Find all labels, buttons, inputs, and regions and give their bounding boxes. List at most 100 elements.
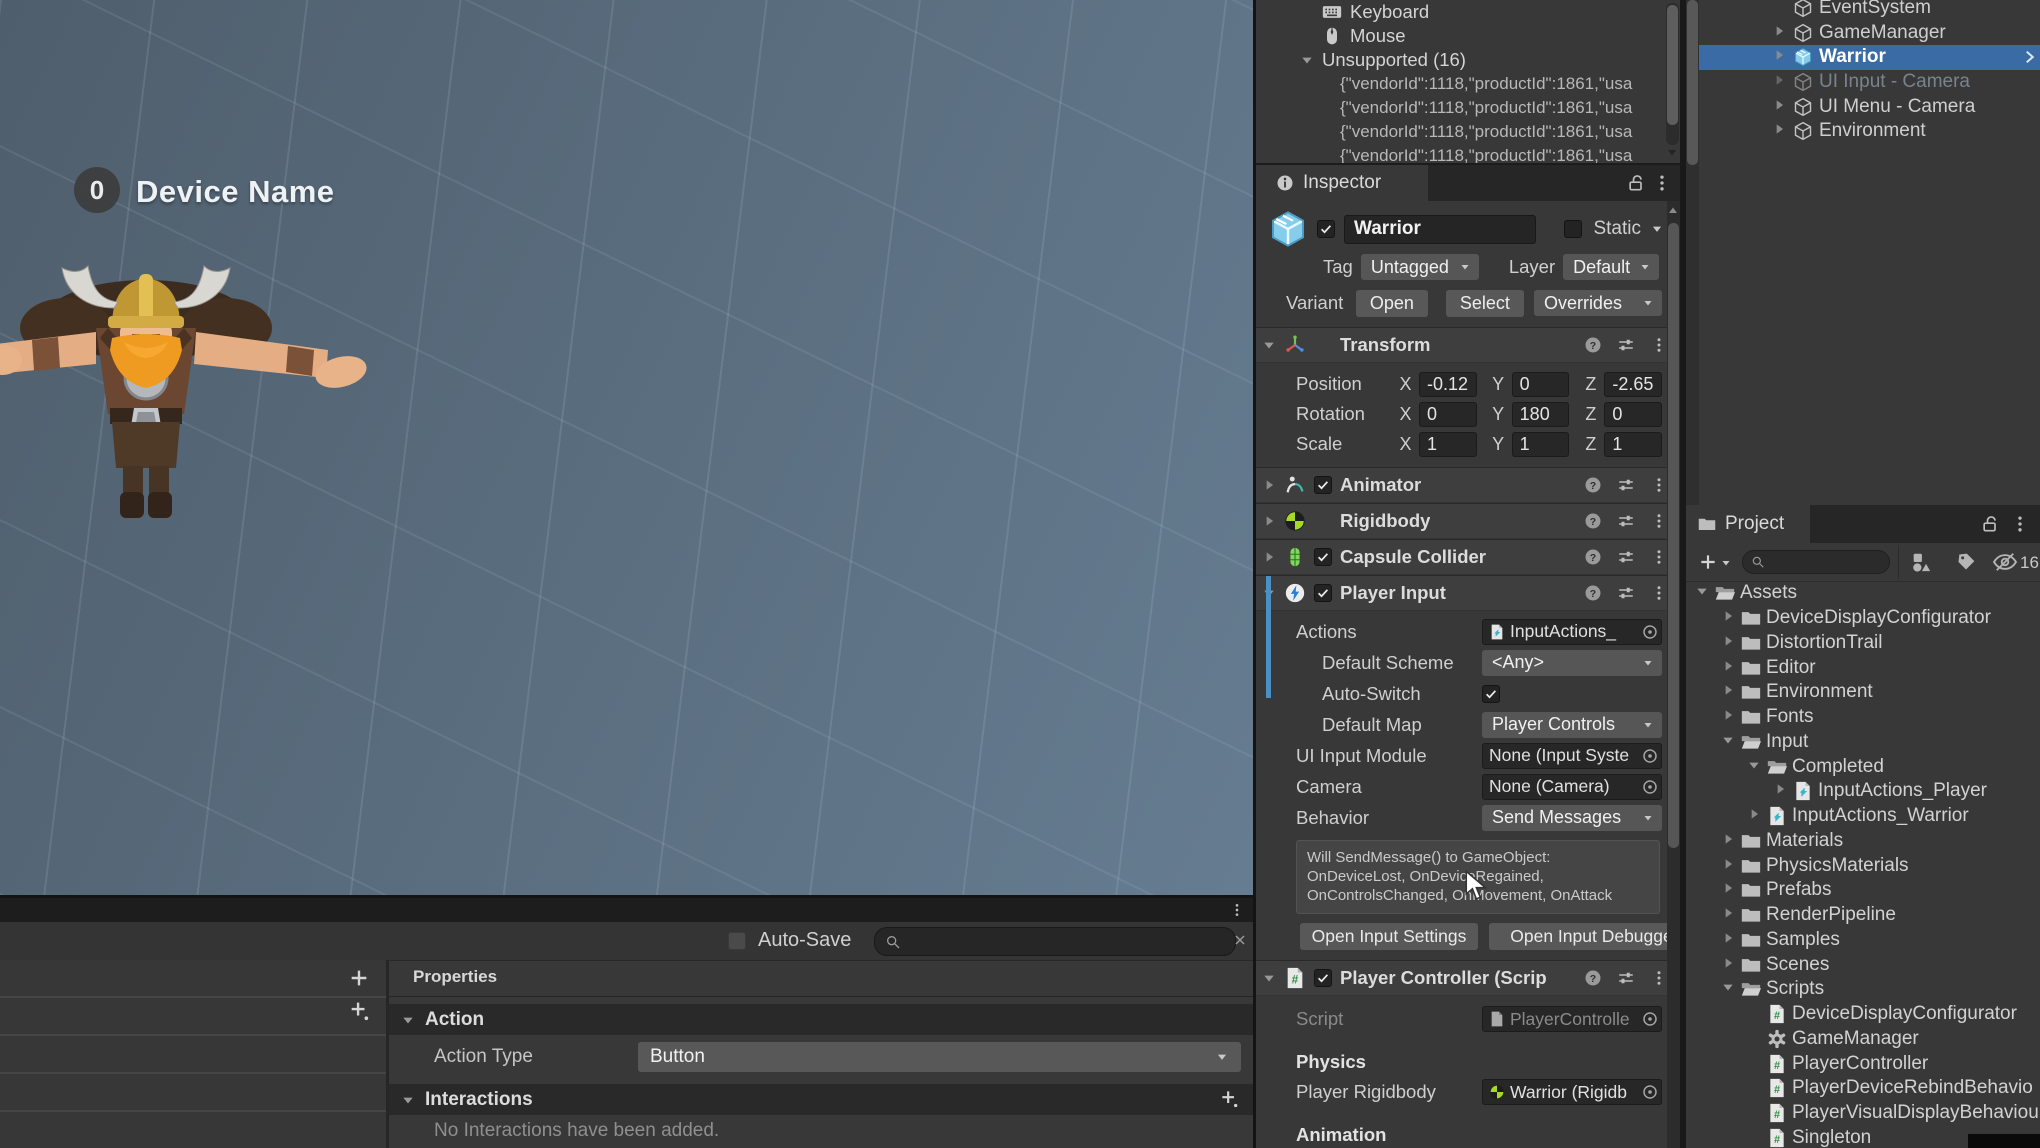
presets-icon[interactable] <box>1617 548 1635 566</box>
project-item-playerdevicerebindbehavio[interactable]: # PlayerDeviceRebindBehavio <box>1686 1076 2040 1101</box>
project-item-physicsmaterials[interactable]: PhysicsMaterials <box>1686 853 2040 878</box>
project-item-inputactions-warrior[interactable]: InputActions_Warrior <box>1686 804 2040 829</box>
lock-icon[interactable] <box>1626 173 1646 193</box>
device-list-item-mouse[interactable]: Mouse <box>1256 24 1680 48</box>
action-section-header[interactable]: Action <box>389 1004 1253 1035</box>
add-asset-button[interactable] <box>1698 552 1718 572</box>
kebab-icon[interactable] <box>1229 902 1245 918</box>
actions-search-input[interactable] <box>874 927 1236 956</box>
behavior-dropdown[interactable]: Send Messages <box>1482 804 1662 831</box>
project-item-playercontroller[interactable]: # PlayerController <box>1686 1051 2040 1076</box>
action-type-dropdown[interactable]: Button <box>638 1042 1241 1072</box>
project-item-gamemanager[interactable]: GameManager <box>1686 1027 2040 1052</box>
component-header-player-input[interactable]: Player Input? <box>1256 575 1680 611</box>
device-list-scrollbar[interactable] <box>1666 3 1679 145</box>
layer-dropdown[interactable]: Default <box>1563 254 1660 280</box>
hierarchy-item-ui-input-camera[interactable]: UI Input - Camera <box>1699 70 2040 95</box>
auto-save-checkbox[interactable] <box>728 932 746 950</box>
kebab-icon[interactable] <box>1650 336 1668 354</box>
help-icon[interactable]: ? <box>1584 336 1602 354</box>
clear-search-icon[interactable] <box>1232 932 1248 948</box>
project-item-prefabs[interactable]: Prefabs <box>1686 878 2040 903</box>
ui-input-module-object-field[interactable]: None (Input Syste <box>1482 742 1662 769</box>
project-search-input[interactable] <box>1742 550 1890 574</box>
kebab-icon[interactable] <box>1650 512 1668 530</box>
component-enabled-checkbox[interactable] <box>1314 476 1332 494</box>
foldout-down-icon[interactable] <box>1262 338 1276 352</box>
device-list-item-vendorid[interactable]: {"vendorId":1118,"productId":1861,"usa <box>1256 120 1680 144</box>
open-input-debugge-button[interactable]: Open Input Debugge <box>1489 922 1680 950</box>
help-icon[interactable]: ? <box>1584 512 1602 530</box>
scrollbar-thumb[interactable] <box>1687 0 1698 165</box>
kebab-icon[interactable] <box>1652 173 1672 193</box>
chevron-right-icon[interactable] <box>2020 48 2038 66</box>
scale-x-field[interactable]: 1 <box>1419 431 1477 457</box>
position-y-field[interactable]: 0 <box>1511 371 1570 397</box>
device-list-item-keyboard[interactable]: Keyboard <box>1256 0 1680 24</box>
scrollbar-thumb[interactable] <box>1667 5 1678 125</box>
rotation-x-field[interactable]: 0 <box>1419 401 1477 427</box>
presets-icon[interactable] <box>1617 969 1635 987</box>
default-scheme-dropdown[interactable]: <Any> <box>1482 649 1662 676</box>
project-item-inputactions-player[interactable]: InputActions_Player <box>1686 779 2040 804</box>
scrollbar-thumb[interactable] <box>1668 223 1679 848</box>
project-item-renderpipeline[interactable]: RenderPipeline <box>1686 903 2040 928</box>
prefab-open-button[interactable]: Open <box>1355 289 1428 317</box>
inspector-scrollbar[interactable] <box>1667 201 1680 1148</box>
transform-component-header[interactable]: Transform ? <box>1256 327 1680 363</box>
add-interaction-button[interactable] <box>1219 1088 1239 1108</box>
component-header-rigidbody[interactable]: Rigidbody? <box>1256 503 1680 539</box>
project-item-scenes[interactable]: Scenes <box>1686 952 2040 977</box>
project-item-playervisualdisplaybehaviou[interactable]: # PlayerVisualDisplayBehaviou <box>1686 1101 2040 1126</box>
position-z-field[interactable]: -2.65 <box>1604 371 1663 397</box>
actions-list-column[interactable] <box>0 960 389 1148</box>
hierarchy-item-gamemanager[interactable]: GameManager <box>1699 21 2040 46</box>
scroll-up-icon[interactable] <box>1667 205 1679 217</box>
device-list-item-unsupported[interactable]: Unsupported (16) <box>1256 48 1680 72</box>
project-item-fonts[interactable]: Fonts <box>1686 705 2040 730</box>
presets-icon[interactable] <box>1617 336 1635 354</box>
project-item-samples[interactable]: Samples <box>1686 928 2040 953</box>
kebab-icon[interactable] <box>1650 476 1668 494</box>
help-icon[interactable]: ? <box>1584 548 1602 566</box>
default-map-dropdown[interactable]: Player Controls <box>1482 711 1662 738</box>
scale-y-field[interactable]: 1 <box>1511 431 1570 457</box>
object-picker-icon[interactable] <box>1641 747 1659 765</box>
hierarchy-item-eventsystem[interactable]: EventSystem <box>1699 0 2040 21</box>
add-action-map-button[interactable] <box>348 967 370 989</box>
interactions-section-header[interactable]: Interactions <box>389 1084 1253 1115</box>
component-header-animator[interactable]: Animator? <box>1256 467 1680 503</box>
presets-icon[interactable] <box>1617 476 1635 494</box>
help-icon[interactable]: ? <box>1584 969 1602 987</box>
presets-icon[interactable] <box>1617 512 1635 530</box>
rotation-y-field[interactable]: 180 <box>1511 401 1570 427</box>
script-object-field[interactable]: PlayerControlle <box>1482 1006 1662 1033</box>
scale-z-field[interactable]: 1 <box>1604 431 1663 457</box>
kebab-icon[interactable] <box>1650 548 1668 566</box>
lock-icon[interactable] <box>1980 514 2000 534</box>
help-icon[interactable]: ? <box>1584 584 1602 602</box>
device-list-item-vendorid[interactable]: {"vendorId":1118,"productId":1861,"usa <box>1256 96 1680 120</box>
kebab-icon[interactable] <box>1650 969 1668 987</box>
component-header-capsule-collider[interactable]: Capsule Collider? <box>1256 539 1680 575</box>
object-picker-icon[interactable] <box>1641 1010 1659 1028</box>
player-controller-header[interactable]: # Player Controller (Scrip ? <box>1256 959 1680 996</box>
hierarchy-item-ui-menu-camera[interactable]: UI Menu - Camera <box>1699 94 2040 119</box>
project-item-scripts[interactable]: Scripts <box>1686 977 2040 1002</box>
search-by-label-icon[interactable] <box>1956 552 1976 572</box>
object-picker-icon[interactable] <box>1641 778 1659 796</box>
kebab-icon[interactable] <box>2010 514 2030 534</box>
object-picker-icon[interactable] <box>1641 1083 1659 1101</box>
hierarchy-item-warrior[interactable]: Warrior <box>1699 45 2040 70</box>
prefab-select-button[interactable]: Select <box>1445 289 1524 317</box>
tab-inspector[interactable]: Inspector <box>1256 165 1428 201</box>
component-enabled-checkbox[interactable] <box>1314 584 1332 602</box>
search-by-type-icon[interactable] <box>1910 551 1932 573</box>
gameobject-name-field[interactable]: Warrior <box>1344 214 1536 244</box>
player-rigidbody-field[interactable]: Warrior (Rigidb <box>1482 1079 1662 1106</box>
position-x-field[interactable]: -0.12 <box>1419 371 1477 397</box>
scene-viewport[interactable]: 0 Device Name <box>0 0 1253 895</box>
hidden-packages-icon[interactable] <box>1992 551 2018 573</box>
scroll-down-icon[interactable] <box>1666 146 1678 158</box>
device-list-item-vendorid[interactable]: {"vendorId":1118,"productId":1861,"usa <box>1256 144 1680 163</box>
